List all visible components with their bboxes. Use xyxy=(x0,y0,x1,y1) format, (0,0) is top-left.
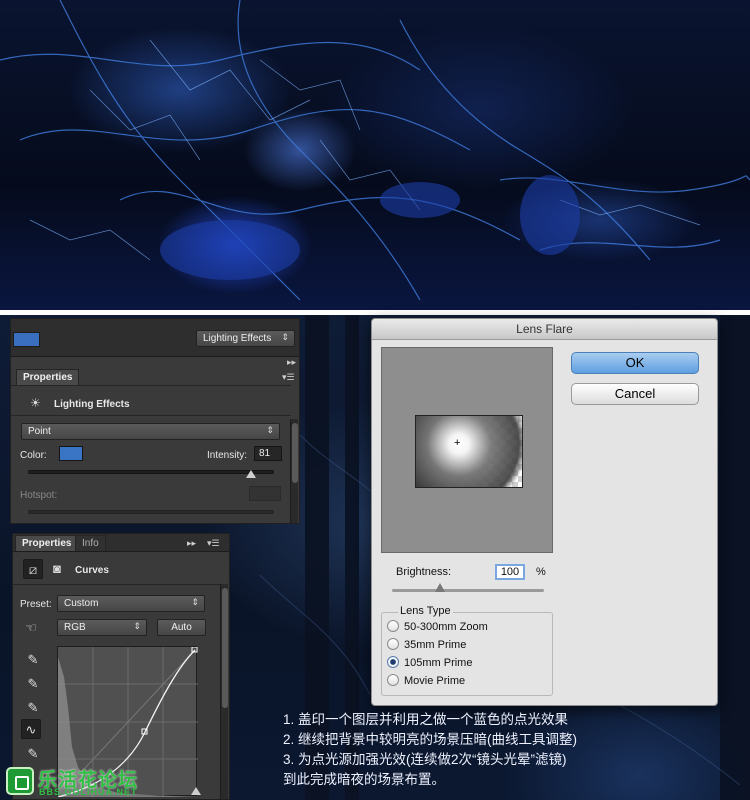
panel-menu-icon[interactable]: ▾☰ xyxy=(282,372,295,383)
filter-dropdown[interactable]: Lighting Effects ⇕ xyxy=(196,330,295,347)
panel-scrollbar[interactable] xyxy=(220,584,228,799)
lens-type-label: 35mm Prime xyxy=(404,639,467,651)
curve-edit-icon[interactable]: ∿ xyxy=(21,719,41,739)
radio-button[interactable] xyxy=(387,620,399,633)
color-label: Color: xyxy=(20,450,47,461)
options-bar: Lighting Effects ⇕ xyxy=(11,319,299,357)
brightness-field[interactable]: 100 xyxy=(495,564,525,580)
tab-info-label: Info xyxy=(82,538,99,549)
caption-line: 1. 盖印一个图层并利用之做一个蓝色的点光效果 xyxy=(283,712,569,727)
lens-type-label: Movie Prime xyxy=(404,675,466,687)
lens-type-option-selected[interactable]: 105mm Prime xyxy=(387,656,473,673)
lighting-effects-icon: ☀ xyxy=(30,396,41,410)
dialog-titlebar[interactable]: Lens Flare xyxy=(372,319,717,340)
hotspot-label: Hotspot: xyxy=(20,490,58,501)
radio-button[interactable] xyxy=(387,638,399,651)
hotspot-field[interactable] xyxy=(249,486,281,501)
brightness-value: 100 xyxy=(500,566,520,578)
tutorial-caption: 1. 盖印一个图层并利用之做一个蓝色的点光效果 2. 继续把背景中较明亮的场景压… xyxy=(283,710,703,790)
brightness-slider[interactable] xyxy=(392,589,544,592)
preset-value: Custom xyxy=(64,598,99,609)
caption-line: 2. 继续把背景中较明亮的场景压暗(曲线工具调整) xyxy=(283,732,578,747)
target-adjust-hand-icon[interactable]: ☜ xyxy=(21,618,41,638)
intensity-value: 81 xyxy=(259,448,271,459)
night-forest-photo xyxy=(0,0,750,310)
ok-button[interactable]: OK xyxy=(571,352,699,374)
intensity-slider-thumb[interactable] xyxy=(246,470,256,478)
flare-preview: + xyxy=(381,347,553,553)
updown-arrow-icon: ⇕ xyxy=(266,425,274,435)
cancel-button-label: Cancel xyxy=(614,386,656,401)
auto-button[interactable]: Auto xyxy=(157,619,206,636)
updown-arrow-icon: ⇕ xyxy=(281,332,289,342)
lens-type-option[interactable]: Movie Prime xyxy=(387,674,466,691)
intensity-field[interactable]: 81 xyxy=(254,446,282,461)
updown-arrow-icon: ⇕ xyxy=(191,597,199,607)
light-type-value: Point xyxy=(28,426,51,437)
layer-mask-icon: ◙ xyxy=(53,561,61,576)
white-eyedropper-icon[interactable]: ✎ xyxy=(23,698,43,718)
light-color-swatch[interactable] xyxy=(59,446,83,461)
tab-divider xyxy=(11,385,291,386)
brightness-slider-thumb[interactable] xyxy=(435,583,445,592)
collapse-icon[interactable]: ▸▸ xyxy=(287,357,296,368)
tab-properties-label: Properties xyxy=(22,538,72,549)
channel-value: RGB xyxy=(64,622,86,633)
preset-dropdown[interactable]: Custom ⇕ xyxy=(57,595,205,612)
tab-properties[interactable]: Properties xyxy=(16,369,80,385)
tab-properties[interactable]: Properties xyxy=(15,535,79,551)
scrollbar-thumb[interactable] xyxy=(222,588,228,708)
site-logo-icon xyxy=(6,767,34,795)
flare-glow xyxy=(416,416,522,487)
gray-eyedropper-icon[interactable]: ✎ xyxy=(23,674,43,694)
brightness-unit: % xyxy=(536,566,546,578)
lens-type-option[interactable]: 35mm Prime xyxy=(387,638,467,655)
caption-line: 到此完成暗夜的场景布置。 xyxy=(283,772,445,787)
channel-dropdown[interactable]: RGB ⇕ xyxy=(57,619,147,636)
hotspot-slider[interactable] xyxy=(28,510,274,514)
title-divider xyxy=(11,415,291,416)
light-type-dropdown[interactable]: Point ⇕ xyxy=(21,423,280,440)
lens-type-option[interactable]: 50-300mm Zoom xyxy=(387,620,488,637)
collapse-icon[interactable]: ▸▸ xyxy=(187,538,196,549)
scrollbar-thumb[interactable] xyxy=(292,423,298,483)
lens-type-label: 50-300mm Zoom xyxy=(404,621,488,633)
lens-type-label: 105mm Prime xyxy=(404,657,473,669)
radio-button-selected[interactable] xyxy=(387,656,399,669)
filter-dropdown-label: Lighting Effects xyxy=(203,333,272,344)
black-eyedropper-icon[interactable]: ✎ xyxy=(23,650,43,670)
cancel-button[interactable]: Cancel xyxy=(571,383,699,405)
white-point-slider-thumb[interactable] xyxy=(191,787,201,795)
tab-properties-label: Properties xyxy=(23,372,73,383)
curves-adjustment-icon: ⧄ xyxy=(23,559,43,579)
preset-label: Preset: xyxy=(20,599,52,610)
ok-button-label: OK xyxy=(625,355,645,370)
curves-panel: Properties Info ▸▸ ▾☰ ⧄ ◙ Curves Preset:… xyxy=(12,533,230,800)
intensity-label: Intensity: xyxy=(207,450,248,461)
lighting-effects-title: Lighting Effects xyxy=(54,399,130,410)
lens-type-legend: Lens Type xyxy=(398,605,453,617)
pencil-icon[interactable]: ✎ xyxy=(23,744,43,764)
dialog-title: Lens Flare xyxy=(516,322,573,336)
caption-line: 3. 为点光源加强光效(连续做2次“镜头光晕”滤镜) xyxy=(283,752,567,767)
curves-title: Curves xyxy=(75,565,109,576)
lighting-effects-panel: Lighting Effects ⇕ ▸▸ Properties ▾☰ ☀ Li… xyxy=(10,318,300,524)
intensity-slider[interactable] xyxy=(28,470,274,474)
forest-branches-art xyxy=(0,0,750,301)
panel-menu-icon[interactable]: ▾☰ xyxy=(207,538,220,549)
tab-info[interactable]: Info xyxy=(75,535,106,551)
panel-scrollbar[interactable] xyxy=(290,419,298,523)
updown-arrow-icon: ⇕ xyxy=(133,621,141,631)
flare-center-crosshair-icon[interactable]: + xyxy=(454,438,460,449)
title-divider xyxy=(13,584,221,585)
radio-button[interactable] xyxy=(387,674,399,687)
watermark-url: BBS.OOLIHUA.NET xyxy=(39,787,138,797)
tool-preset-button[interactable] xyxy=(13,332,40,347)
flare-preview-image[interactable]: + xyxy=(415,415,523,488)
auto-button-label: Auto xyxy=(171,622,192,633)
lens-flare-dialog: Lens Flare + OK Cancel Brightness: 100 %… xyxy=(371,318,718,706)
brightness-label: Brightness: xyxy=(396,566,452,578)
